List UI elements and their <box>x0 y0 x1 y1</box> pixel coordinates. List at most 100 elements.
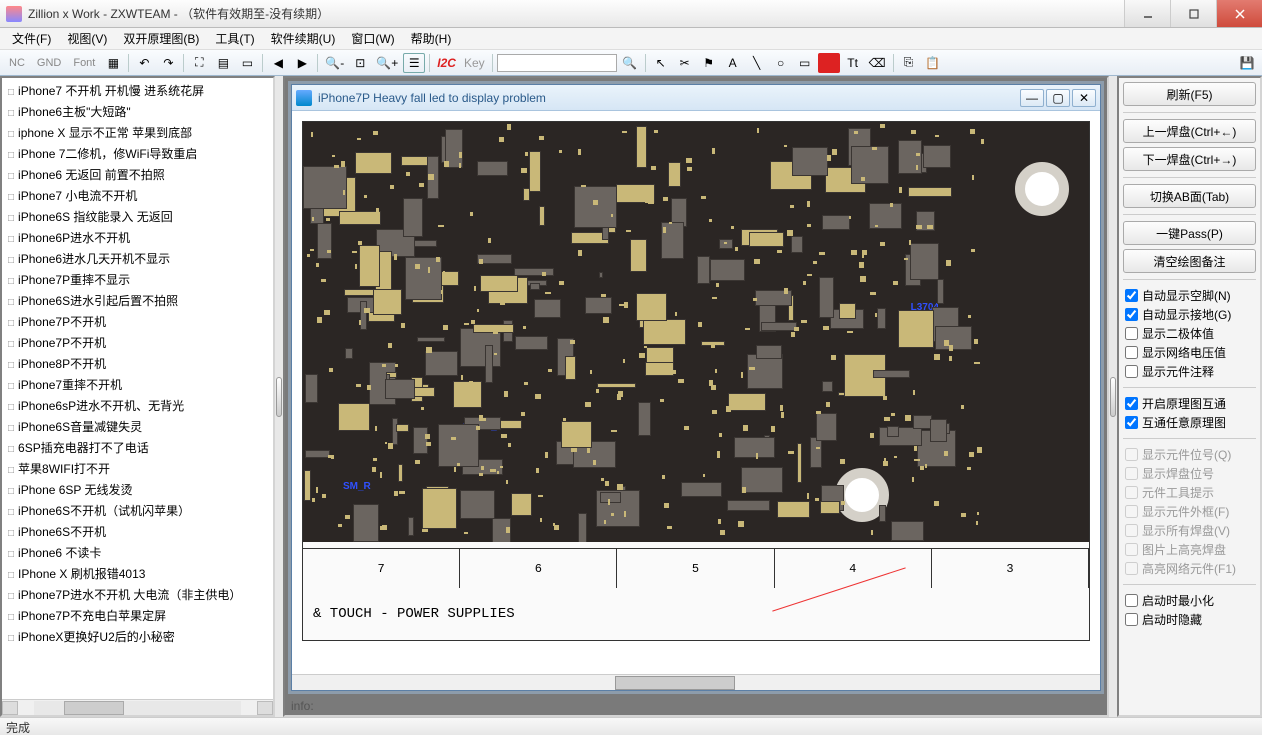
doc-minimize-button[interactable]: — <box>1020 89 1044 107</box>
scroll-left-arrow-icon[interactable] <box>2 701 18 715</box>
document-content[interactable]: L3704 SM_R SMPA_ 76543 & TOUCH - POWER S… <box>292 111 1100 690</box>
tool-flag-icon[interactable]: ⚑ <box>698 53 720 73</box>
menu-dualopen[interactable]: 双开原理图(B) <box>115 28 207 49</box>
checkbox-input[interactable] <box>1125 397 1138 410</box>
option-checkbox[interactable]: 启动时最小化 <box>1123 591 1256 610</box>
option-checkbox[interactable]: 显示元件注释 <box>1123 362 1256 381</box>
maximize-button[interactable] <box>1170 0 1216 27</box>
tool-key[interactable]: Key <box>461 53 488 73</box>
pcb-board[interactable]: L3704 SM_R SMPA_ <box>303 122 1089 542</box>
list-item[interactable]: iPhone6S不开机 <box>2 521 273 542</box>
tool-fit-icon[interactable]: ⛶ <box>188 53 210 73</box>
tool-rect-icon[interactable]: ▭ <box>794 53 816 73</box>
option-checkbox[interactable]: 显示二极体值 <box>1123 324 1256 343</box>
tool-undo-icon[interactable]: ↶ <box>133 53 155 73</box>
splitter-right[interactable] <box>1109 76 1117 717</box>
checkbox-input[interactable] <box>1125 416 1138 429</box>
pcb-view[interactable]: L3704 SM_R SMPA_ 76543 & TOUCH - POWER S… <box>302 121 1090 641</box>
tool-gnd[interactable]: GND <box>32 53 66 73</box>
prev-pad-button[interactable]: 上一焊盘(Ctrl+←) <box>1123 119 1256 143</box>
document-hscroll[interactable] <box>292 674 1100 690</box>
option-checkbox[interactable]: 自动显示接地(G) <box>1123 305 1256 324</box>
tool-back-icon[interactable]: ◀ <box>267 53 289 73</box>
one-pass-button[interactable]: 一键Pass(P) <box>1123 221 1256 245</box>
close-button[interactable] <box>1216 0 1262 27</box>
toolbar-search-input[interactable] <box>497 54 617 72</box>
tool-paste-icon[interactable]: 📋 <box>922 53 944 73</box>
list-item[interactable]: iPhone8P不开机 <box>2 353 273 374</box>
menu-tools[interactable]: 工具(T) <box>207 28 262 49</box>
checkbox-input[interactable] <box>1125 289 1138 302</box>
list-item[interactable]: IPhone X 刷机报错4013 <box>2 563 273 584</box>
tool-zoomin-icon[interactable]: 🔍+ <box>373 53 401 73</box>
tool-text-a-icon[interactable]: A <box>722 53 744 73</box>
list-item[interactable]: iPhone7P进水不开机 大电流（非主供电） <box>2 584 273 605</box>
switch-ab-button[interactable]: 切换AB面(Tab) <box>1123 184 1256 208</box>
refresh-button[interactable]: 刷新(F5) <box>1123 82 1256 106</box>
issue-list[interactable]: iPhone7 不开机 开机慢 进系统花屏iPhone6主板"大短路"iphon… <box>2 78 273 699</box>
list-item[interactable]: iPhone6sP进水不开机、无背光 <box>2 395 273 416</box>
list-item[interactable]: iPhone7重摔不开机 <box>2 374 273 395</box>
list-item[interactable]: iPhone7P重摔不显示 <box>2 269 273 290</box>
tool-select-icon[interactable]: ▭ <box>236 53 258 73</box>
tool-search-icon[interactable]: 🔍 <box>619 53 641 73</box>
tool-tt[interactable]: Tt <box>842 53 864 73</box>
tool-grid-icon[interactable]: ▤ <box>212 53 234 73</box>
list-item[interactable]: iPhone7P不开机 <box>2 332 273 353</box>
list-item[interactable]: iPhone6 不读卡 <box>2 542 273 563</box>
tool-font[interactable]: Font <box>68 53 100 73</box>
list-item[interactable]: iPhone 7二修机，修WiFi导致重启 <box>2 143 273 164</box>
tool-crop-icon[interactable]: ✂ <box>674 53 696 73</box>
checkbox-input[interactable] <box>1125 308 1138 321</box>
tool-i2c[interactable]: I2C <box>434 53 459 73</box>
tool-nc[interactable]: NC <box>4 53 30 73</box>
tool-eraser-icon[interactable]: ⌫ <box>866 53 889 73</box>
list-item[interactable]: iPhone6主板"大短路" <box>2 101 273 122</box>
tool-zoomout-icon[interactable]: 🔍- <box>322 53 347 73</box>
list-item[interactable]: 6SP插充电器打不了电话 <box>2 437 273 458</box>
menu-window[interactable]: 窗口(W) <box>343 28 402 49</box>
scroll-right-arrow-icon[interactable] <box>257 701 273 715</box>
scroll-thumb[interactable] <box>64 701 124 715</box>
minimize-button[interactable] <box>1124 0 1170 27</box>
list-item[interactable]: iPhone6进水几天开机不显示 <box>2 248 273 269</box>
tool-redo-icon[interactable]: ↷ <box>157 53 179 73</box>
list-item[interactable]: iphone X 显示不正常 苹果到底部 <box>2 122 273 143</box>
checkbox-input[interactable] <box>1125 365 1138 378</box>
list-item[interactable]: iPhoneX更换好U2后的小秘密 <box>2 626 273 647</box>
option-checkbox[interactable]: 互通任意原理图 <box>1123 413 1256 432</box>
list-item[interactable]: 苹果8WIFI打不开 <box>2 458 273 479</box>
next-pad-button[interactable]: 下一焊盘(Ctrl+→) <box>1123 147 1256 171</box>
checkbox-input[interactable] <box>1125 594 1138 607</box>
list-item[interactable]: iPhone6S音量减键失灵 <box>2 416 273 437</box>
option-checkbox[interactable]: 启动时隐藏 <box>1123 610 1256 629</box>
checkbox-input[interactable] <box>1125 613 1138 626</box>
clear-anno-button[interactable]: 清空绘图备注 <box>1123 249 1256 273</box>
list-item[interactable]: iPhone6S 指纹能录入 无返回 <box>2 206 273 227</box>
checkbox-input[interactable] <box>1125 327 1138 340</box>
tool-pointer-icon[interactable]: ↖ <box>650 53 672 73</box>
doc-scroll-thumb[interactable] <box>615 676 735 690</box>
sidebar-hscroll[interactable] <box>2 699 273 715</box>
tool-color-red[interactable] <box>818 53 840 73</box>
list-item[interactable]: iPhone6 无返回 前置不拍照 <box>2 164 273 185</box>
menu-file[interactable]: 文件(F) <box>4 28 59 49</box>
doc-close-button[interactable]: ✕ <box>1072 89 1096 107</box>
tool-zoomfit-icon[interactable]: ⊡ <box>349 53 371 73</box>
tool-line-icon[interactable]: ╲ <box>746 53 768 73</box>
list-item[interactable]: iPhone 6SP 无线发烫 <box>2 479 273 500</box>
list-item[interactable]: iPhone6S进水引起后置不拍照 <box>2 290 273 311</box>
tool-fwd-icon[interactable]: ▶ <box>291 53 313 73</box>
option-checkbox[interactable]: 自动显示空脚(N) <box>1123 286 1256 305</box>
menu-view[interactable]: 视图(V) <box>59 28 115 49</box>
list-item[interactable]: iPhone6P进水不开机 <box>2 227 273 248</box>
list-item[interactable]: iPhone6S不开机（试机闪苹果） <box>2 500 273 521</box>
tool-list-icon[interactable]: ☰ <box>403 53 425 73</box>
list-item[interactable]: iPhone7P不充电白苹果定屏 <box>2 605 273 626</box>
menu-renew[interactable]: 软件续期(U) <box>263 28 344 49</box>
list-item[interactable]: iPhone7P不开机 <box>2 311 273 332</box>
tool-copy-icon[interactable]: ⎘ <box>898 53 920 73</box>
list-item[interactable]: iPhone7 不开机 开机慢 进系统花屏 <box>2 80 273 101</box>
option-checkbox[interactable]: 显示网络电压值 <box>1123 343 1256 362</box>
option-checkbox[interactable]: 开启原理图互通 <box>1123 394 1256 413</box>
